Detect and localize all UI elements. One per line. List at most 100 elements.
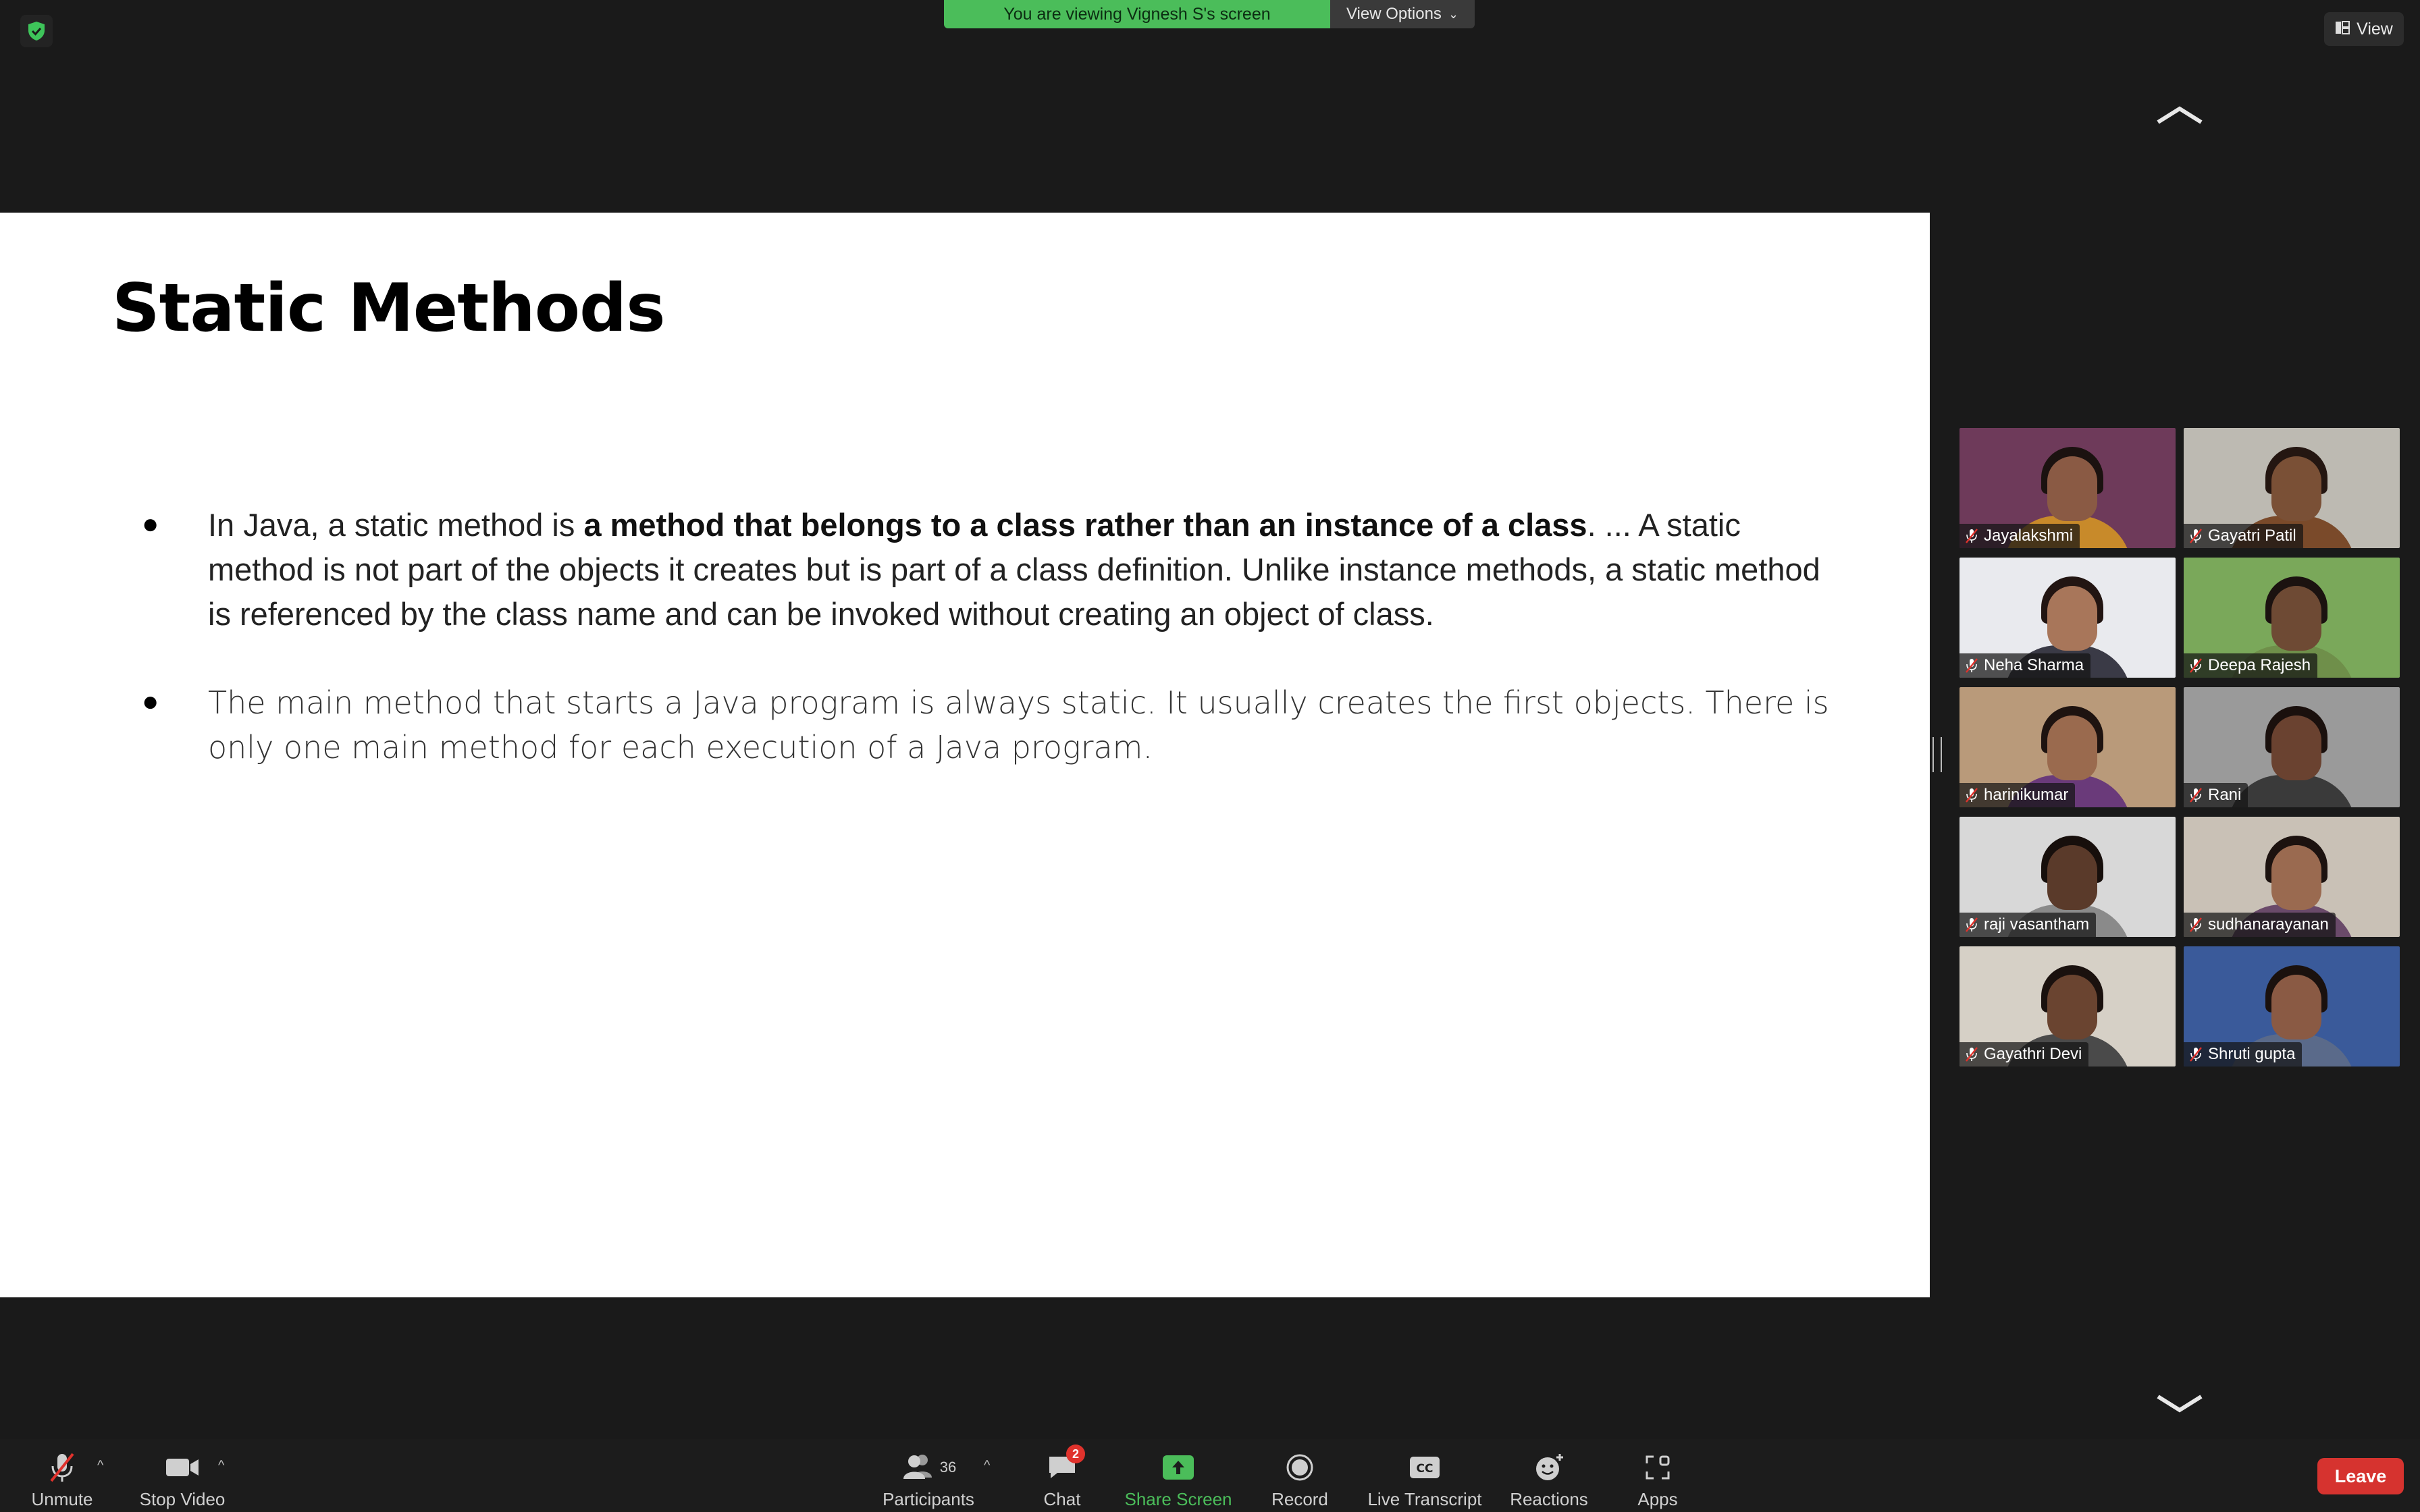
apps-label: Apps [1637,1489,1678,1509]
muted-microphone-icon [2189,917,2203,933]
participant-name: Gayatri Patil [2208,526,2296,545]
participant-name-tag: sudhanarayanan [2184,913,2336,937]
chevron-down-icon[interactable] [2155,1377,2204,1424]
participant-name: Neha Sharma [1984,656,2084,674]
participants-label: Participants [883,1489,974,1509]
audio-options-caret-icon[interactable]: ^ [97,1458,103,1474]
smiley-plus-icon [1533,1450,1565,1485]
participant-name: Rani [2208,786,2242,804]
participant-video-face [2271,845,2321,910]
apps-icon [1644,1450,1671,1485]
reactions-label: Reactions [1510,1489,1588,1509]
participant-video-face [2271,456,2321,521]
view-options-label: View Options [1346,5,1442,23]
participant-video-face [2047,845,2097,910]
leave-button[interactable]: Leave [2317,1458,2404,1494]
participant-name-tag: Deepa Rajesh [2184,653,2318,678]
participant-tile[interactable]: Neha Sharma [1959,558,2176,678]
meeting-toolbar: Unmute ^ Stop Video ^ 36 Participants ^ … [0,1439,2420,1512]
split-resize-handle[interactable] [1932,737,1942,772]
participant-video-face [2047,586,2097,651]
participant-name: Jayalakshmi [1984,526,2074,545]
muted-microphone-icon [2189,787,2203,803]
shared-screen-slide: Static Methods ● In Java, a static metho… [0,213,1930,1297]
video-options-caret-icon[interactable]: ^ [218,1458,224,1474]
participant-video-face [2047,456,2097,521]
participant-name-tag: Gayathri Devi [1959,1042,2089,1066]
unmute-label: Unmute [31,1489,93,1509]
view-options-button[interactable]: View Options ⌄ [1330,0,1475,28]
unmute-button[interactable]: Unmute [27,1439,97,1512]
bullet-dot: ● [142,685,159,717]
participants-options-caret-icon[interactable]: ^ [984,1458,990,1474]
security-shield-icon[interactable] [20,15,53,47]
participant-name-tag: Rani [2184,783,2248,807]
chevron-up-icon[interactable] [2155,88,2204,134]
participant-video-face [2271,586,2321,651]
muted-microphone-icon [1965,787,1978,803]
participant-name-tag: harinikumar [1959,783,2076,807]
participant-video-face [2271,716,2321,780]
muted-microphone-icon [1965,528,1978,544]
participant-name: sudhanarayanan [2208,915,2329,934]
participant-tile[interactable]: Gayatri Patil [2184,428,2400,548]
participant-name: Deepa Rajesh [2208,656,2311,674]
bullet1-text-before: In Java, a static method is [208,507,584,543]
muted-microphone-icon [1965,1046,1978,1062]
participant-tile[interactable]: harinikumar [1959,687,2176,807]
participant-video-face [2047,716,2097,780]
muted-microphone-icon [2189,1046,2203,1062]
muted-microphone-icon [1965,657,1978,674]
participant-tile[interactable]: Rani [2184,687,2400,807]
view-button[interactable]: View [2324,12,2404,46]
share-screen-label: Share Screen [1124,1489,1232,1509]
video-camera-icon [165,1450,200,1485]
share-screen-icon [1161,1450,1195,1485]
participant-video-face [2047,975,2097,1040]
closed-caption-icon: CC [1409,1450,1441,1485]
participants-icon-group: 36 [901,1450,956,1485]
muted-microphone-icon [2189,657,2203,674]
view-button-label: View [2357,19,2393,38]
record-button[interactable]: Record [1269,1439,1330,1512]
bullet-static-method-definition: In Java, a static method is a method tha… [208,503,1842,637]
stop-video-button[interactable]: Stop Video [135,1439,230,1512]
viewing-screen-banner: You are viewing Vignesh S's screen [944,0,1330,28]
participant-name: Shruti gupta [2208,1045,2296,1063]
participants-icon [901,1452,936,1484]
slide-title: Static Methods [112,270,666,347]
participants-count: 36 [939,1459,957,1476]
participant-name-tag: Gayatri Patil [2184,524,2303,548]
participants-button[interactable]: 36 Participants [878,1439,979,1512]
participant-tile[interactable]: Jayalakshmi [1959,428,2176,548]
participant-name-tag: Neha Sharma [1959,653,2091,678]
participant-tile[interactable]: Gayathri Devi [1959,946,2176,1066]
muted-microphone-icon [2189,528,2203,544]
participant-name: harinikumar [1984,786,2069,804]
apps-button[interactable]: Apps [1629,1439,1687,1512]
bullet-main-method: The main method that starts a Java progr… [208,684,1829,765]
svg-text:CC: CC [1417,1462,1433,1476]
muted-microphone-icon [47,1450,77,1485]
participant-tile[interactable]: raji vasantham [1959,817,2176,937]
chat-button[interactable]: Chat 2 [1036,1439,1088,1512]
chat-label: Chat [1043,1489,1081,1509]
chat-unread-badge: 2 [1066,1444,1085,1463]
participant-video-face [2271,975,2321,1040]
participant-name-tag: Shruti gupta [2184,1042,2303,1066]
participant-tile[interactable]: sudhanarayanan [2184,817,2400,937]
participant-name: raji vasantham [1984,915,2090,934]
participant-tile[interactable]: Shruti gupta [2184,946,2400,1066]
record-icon [1286,1450,1314,1485]
live-transcript-label: Live Transcript [1367,1489,1482,1509]
muted-microphone-icon [1965,917,1978,933]
participant-name: Gayathri Devi [1984,1045,2082,1063]
participant-tile[interactable]: Deepa Rajesh [2184,558,2400,678]
reactions-button[interactable]: Reactions [1507,1439,1591,1512]
live-transcript-button[interactable]: CC Live Transcript [1364,1439,1485,1512]
chevron-down-icon: ⌄ [1448,7,1459,21]
bullet-dot: ● [142,508,159,539]
share-screen-button[interactable]: Share Screen [1124,1439,1232,1512]
participant-name-tag: Jayalakshmi [1959,524,2080,548]
grid-layout-icon [2335,20,2350,39]
